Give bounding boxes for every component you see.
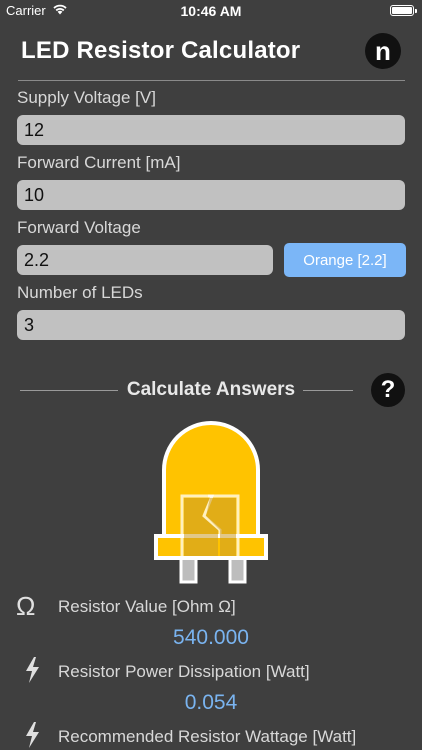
num-leds-label: Number of LEDs	[17, 283, 143, 302]
title-divider	[18, 80, 405, 81]
power-dissipation-value: 0.054	[184, 691, 238, 714]
battery-icon	[390, 5, 417, 16]
supply-voltage-label: Supply Voltage [V]	[17, 88, 156, 107]
resistor-value-label: Resistor Value [Ohm Ω]	[58, 597, 236, 616]
num-leds-input[interactable]: 3	[17, 310, 405, 340]
lightning-icon	[26, 722, 39, 748]
help-button[interactable]: ?	[371, 373, 405, 407]
page-title: LED Resistor Calculator	[21, 37, 301, 64]
resistor-value: 540.000	[173, 626, 249, 649]
calculate-button[interactable]: Calculate Answers	[0, 379, 422, 401]
forward-current-input[interactable]: 10	[17, 180, 405, 210]
supply-voltage-input[interactable]: 12	[17, 115, 405, 145]
power-dissipation-label: Resistor Power Dissipation [Watt]	[58, 662, 310, 681]
forward-current-label: Forward Current [mA]	[17, 153, 181, 172]
led-color-button[interactable]: Orange [2.2]	[284, 243, 406, 277]
logo-button[interactable]: n	[365, 33, 401, 69]
status-time: 10:46 AM	[180, 3, 242, 19]
forward-voltage-input[interactable]: 2.2	[17, 245, 273, 275]
led-icon	[154, 421, 268, 584]
status-bar: Carrier 10:46 AM	[0, 0, 422, 22]
forward-voltage-label: Forward Voltage	[17, 218, 141, 237]
lightning-icon	[26, 657, 39, 683]
recommended-wattage-label: Recommended Resistor Wattage [Watt]	[58, 727, 357, 746]
ohm-icon: Ω	[16, 591, 36, 621]
calc-divider-right	[303, 390, 353, 391]
